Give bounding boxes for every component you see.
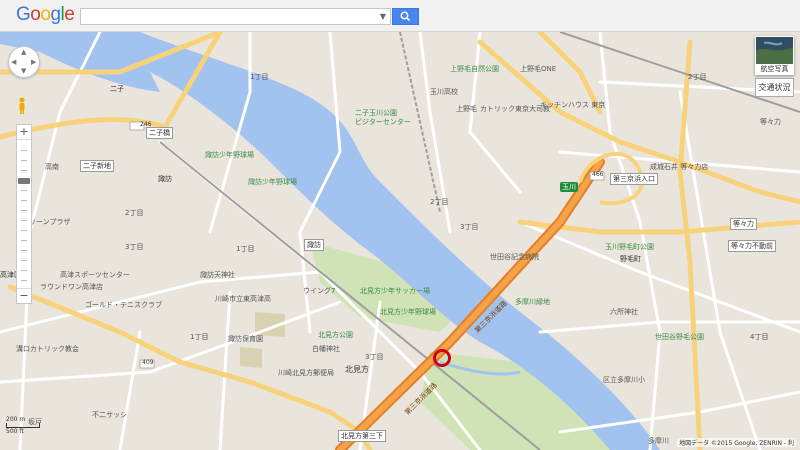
label-chome-3c: 3丁目 <box>365 353 384 361</box>
label-chome-4a: 4丁目 <box>750 333 769 341</box>
zoom-thumb[interactable] <box>18 178 30 184</box>
label-seijo: 成城石井 等々力店 <box>650 163 709 171</box>
label-suwa-child: 諏訪少年野球場 <box>248 178 297 186</box>
pan-down-icon[interactable]: ▼ <box>21 67 26 75</box>
label-kitamikata-3: 北見方第三下 <box>338 430 386 442</box>
search-input[interactable] <box>85 12 374 29</box>
label-suwa-baseball: 諏訪少年野球場 <box>205 151 254 159</box>
route-num-409: 409 <box>142 359 154 366</box>
label-kitchenhouse: キッチンハウス 東京 <box>540 101 606 109</box>
label-konan: 高南 <box>45 163 59 171</box>
label-todoroki: 等々力 <box>760 118 781 126</box>
label-daisan-entrance: 第三京浜入口 <box>610 173 658 185</box>
label-setagaya-hospital: 世田谷記念病院 <box>490 253 539 261</box>
station-futakobashi[interactable]: 二子橋 <box>146 127 173 139</box>
label-mizonokuchi-church: 溝口カトリック教会 <box>16 345 79 353</box>
label-chome-2b: 2丁目 <box>430 198 449 206</box>
label-chome-2c: 2丁目 <box>688 73 707 81</box>
search-button[interactable] <box>392 8 419 25</box>
label-todoroki-fudomae: 等々力不動前 <box>728 240 776 252</box>
satellite-thumb-icon <box>756 37 793 65</box>
label-visitor: ビジターセンター <box>355 118 411 126</box>
label-kitamikata-park: 北見方公園 <box>318 331 353 339</box>
label-suwa-shrine: 諏訪天神社 <box>200 271 235 279</box>
scale-label-top: 200 m <box>6 416 26 423</box>
scale-label-bottom: 500 ft <box>6 428 24 435</box>
zoom-control[interactable]: + − <box>16 124 32 304</box>
pan-up-icon[interactable]: ▲ <box>21 48 26 56</box>
label-rokusha: 六所神社 <box>610 308 638 316</box>
label-wing7: ウイング7 <box>303 287 336 295</box>
google-logo[interactable]: Google <box>16 4 75 26</box>
station-futako-shinchi[interactable]: 二子新地 <box>80 160 114 172</box>
label-chome-1b: 1丁目 <box>236 245 255 253</box>
label-shirahata: 白幡神社 <box>312 345 340 353</box>
search-box[interactable]: ▼ <box>80 8 391 29</box>
pan-control[interactable]: ▲ ▼ ◀ ▶ <box>8 46 40 78</box>
label-fujisan: 不二サッシ <box>92 411 127 419</box>
label-takatsu-sports: 高津スポーツセンター <box>60 271 130 279</box>
location-marker[interactable] <box>433 349 451 367</box>
scale-bar: 200 m 500 ft <box>6 416 40 435</box>
label-noge-park: 玉川野毛町公園 <box>605 243 654 251</box>
label-suwa-nursery: 諏訪保育園 <box>228 335 263 343</box>
pan-right-icon[interactable]: ▶ <box>31 58 36 66</box>
label-chome-1a: 1丁目 <box>250 73 269 81</box>
station-tamagawa[interactable]: 玉川 <box>560 182 578 192</box>
label-kitami: 北見方 <box>345 365 369 374</box>
traffic-toggle[interactable]: 交通状況 <box>755 78 794 97</box>
label-kaminoge-one: 上野毛ONE <box>520 65 557 73</box>
satellite-toggle[interactable]: 航空写真 <box>755 36 794 75</box>
pegman-icon[interactable] <box>17 97 27 115</box>
label-chome-2a: 2丁目 <box>125 209 144 217</box>
label-chome-3b: 3丁目 <box>460 223 479 231</box>
label-gold-tennis: ゴールド・テニスクラブ <box>85 301 162 309</box>
label-kitami-soccer: 北見方少年サッカー場 <box>360 287 430 295</box>
search-icon <box>400 11 411 22</box>
label-roundone: ラウンドワン高津店 <box>40 283 103 291</box>
map-attribution: 地図データ ©2015 Google, ZENRIN - 利 <box>677 438 796 447</box>
top-bar: Google ▼ <box>0 0 800 32</box>
label-kawasaki-hs: 川崎市立東高津高 <box>215 295 271 303</box>
label-futago: 二子 <box>110 85 124 93</box>
label-chome-1c: 1丁目 <box>190 333 209 341</box>
label-todoroki-kei: 等々力 <box>730 218 757 230</box>
label-suwa-area: 諏訪 <box>158 175 172 183</box>
route-num-466: 466 <box>592 171 604 178</box>
zoom-out-button[interactable]: − <box>17 289 31 303</box>
label-tamagawa-hs: 玉川高校 <box>430 88 458 96</box>
zoom-slider[interactable] <box>17 139 31 289</box>
label-tamagawa-ryokuchi: 多摩川緑地 <box>515 298 550 306</box>
label-kitami-baseball: 北見方少年野球場 <box>380 308 436 316</box>
satellite-label: 航空写真 <box>756 64 793 74</box>
dropdown-arrow-icon[interactable]: ▼ <box>380 12 386 21</box>
pan-left-icon[interactable]: ◀ <box>11 58 16 66</box>
label-kaminoge: 上野毛 <box>456 105 477 113</box>
label-chome-3a: 3丁目 <box>125 243 144 251</box>
label-kawasaki-post: 川崎北見方郵便局 <box>278 369 334 377</box>
label-tamagawa-school: 区立多摩川小 <box>603 376 645 384</box>
map-graphic <box>0 32 800 450</box>
zoom-in-button[interactable]: + <box>17 125 31 139</box>
label-tamagawa-2: 多摩川 <box>648 437 669 445</box>
label-nogecho: 野毛町 <box>620 255 641 263</box>
label-kamino-park: 上野毛自然公園 <box>450 65 499 73</box>
label-suwa-intersection: 諏訪 <box>304 239 324 251</box>
label-setagaya-park: 世田谷野毛公園 <box>655 333 704 341</box>
map-canvas[interactable]: 246 409 466 二子橋 二子新地 玉川 第三京浜入口 諏訪 北見方第三下… <box>0 32 800 450</box>
